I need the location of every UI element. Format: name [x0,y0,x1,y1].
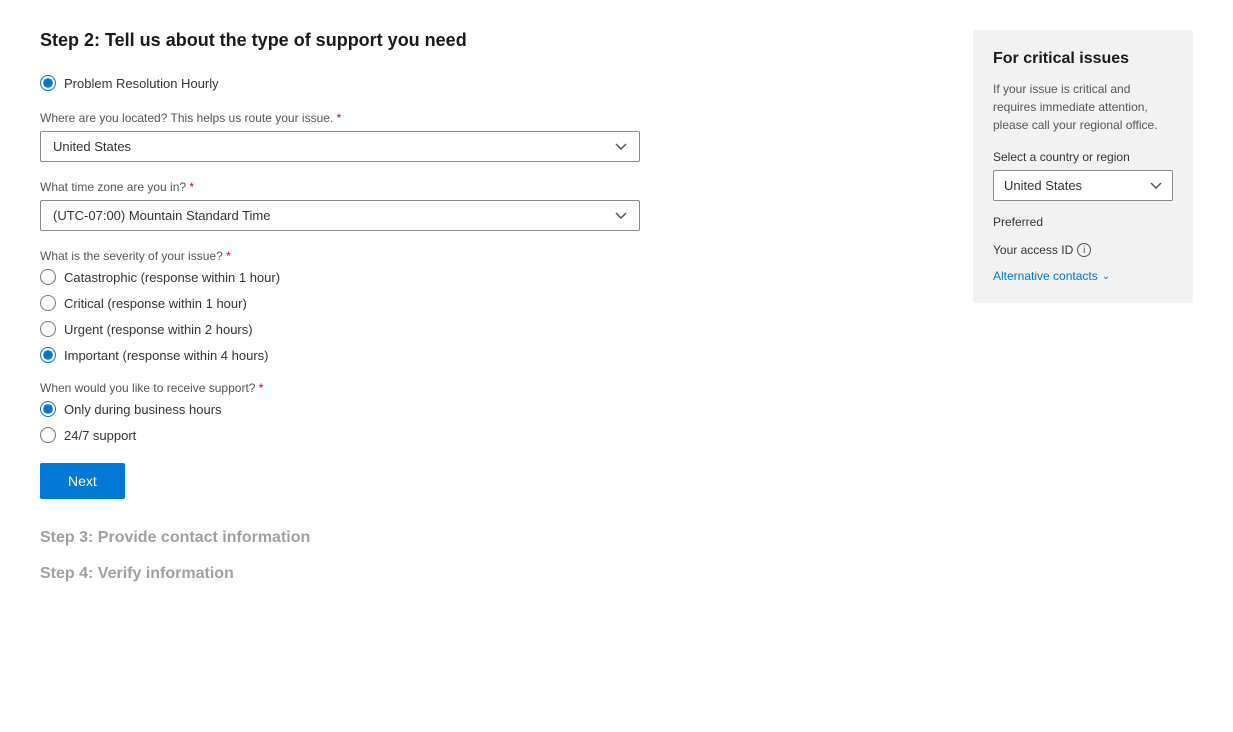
timezone-required-mark: * [189,180,194,194]
severity-critical-radio[interactable] [40,295,56,311]
support-247-label[interactable]: 24/7 support [64,428,136,443]
support-247-radio[interactable] [40,427,56,443]
location-required-mark: * [337,111,342,125]
access-id-info-icon[interactable]: i [1077,243,1091,257]
support-type-radio[interactable] [40,75,56,91]
severity-catastrophic-label[interactable]: Catastrophic (response within 1 hour) [64,270,280,285]
location-field-group: Where are you located? This helps us rou… [40,111,740,162]
support-business-option[interactable]: Only during business hours [40,401,740,417]
severity-urgent-option[interactable]: Urgent (response within 2 hours) [40,321,740,337]
sidebar-panel: For critical issues If your issue is cri… [973,30,1193,303]
timezone-label: What time zone are you in? * [40,180,740,194]
severity-catastrophic-option[interactable]: Catastrophic (response within 1 hour) [40,269,740,285]
severity-field-group: What is the severity of your issue? * Ca… [40,249,740,363]
timezone-field-group: What time zone are you in? * (UTC-07:00)… [40,180,740,231]
support-type-label[interactable]: Problem Resolution Hourly [64,76,219,91]
severity-urgent-label[interactable]: Urgent (response within 2 hours) [64,322,253,337]
severity-catastrophic-radio[interactable] [40,269,56,285]
support-hours-label: When would you like to receive support? … [40,381,740,395]
page-title: Step 2: Tell us about the type of suppor… [40,30,740,51]
sidebar-description: If your issue is critical and requires i… [993,80,1173,134]
severity-critical-option[interactable]: Critical (response within 1 hour) [40,295,740,311]
sidebar-country-dropdown[interactable]: United States Canada United Kingdom [993,170,1173,201]
support-247-option[interactable]: 24/7 support [40,427,740,443]
severity-critical-label[interactable]: Critical (response within 1 hour) [64,296,247,311]
step-4-label: Step 4: Verify information [40,565,740,583]
support-business-radio[interactable] [40,401,56,417]
step-3-label: Step 3: Provide contact information [40,529,740,547]
support-type-group: Problem Resolution Hourly [40,75,740,91]
severity-label: What is the severity of your issue? * [40,249,740,263]
alt-contacts-link[interactable]: Alternative contacts ⌄ [993,269,1173,283]
severity-important-label[interactable]: Important (response within 4 hours) [64,348,268,363]
sidebar-access-id: Your access ID i [993,243,1173,257]
alt-contacts-chevron-icon: ⌄ [1102,271,1110,282]
location-dropdown[interactable]: United States Canada United Kingdom Aust… [40,131,640,162]
sidebar-title: For critical issues [993,50,1173,68]
next-button[interactable]: Next [40,463,125,499]
support-hours-required-mark: * [259,381,264,395]
severity-important-radio[interactable] [40,347,56,363]
severity-urgent-radio[interactable] [40,321,56,337]
severity-important-option[interactable]: Important (response within 4 hours) [40,347,740,363]
support-type-option[interactable]: Problem Resolution Hourly [40,75,740,91]
severity-required-mark: * [226,249,231,263]
location-label: Where are you located? This helps us rou… [40,111,740,125]
sidebar-country-label: Select a country or region [993,150,1173,164]
timezone-dropdown[interactable]: (UTC-07:00) Mountain Standard Time (UTC-… [40,200,640,231]
sidebar-preferred-label: Preferred [993,215,1173,229]
support-business-label[interactable]: Only during business hours [64,402,222,417]
support-hours-field-group: When would you like to receive support? … [40,381,740,443]
